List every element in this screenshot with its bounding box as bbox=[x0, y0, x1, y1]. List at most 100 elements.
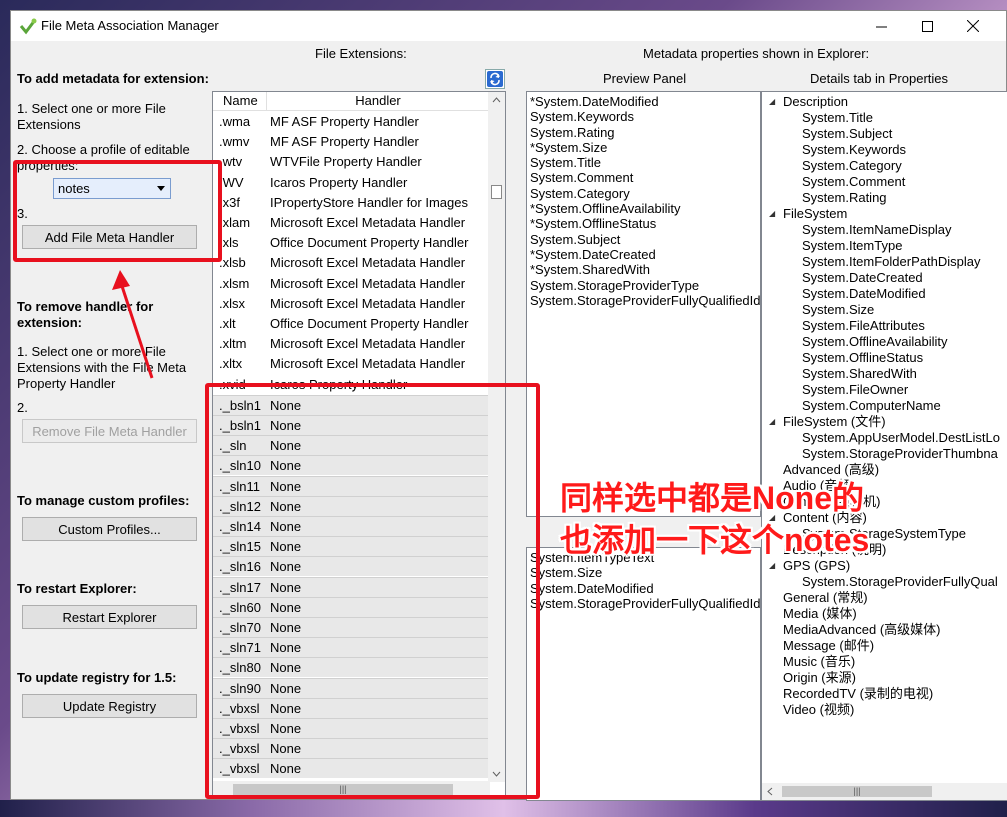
tree-group[interactable]: ◢ Description bbox=[762, 94, 1007, 110]
preview-property-item[interactable]: *System.Size bbox=[527, 140, 760, 155]
table-row[interactable]: .wma MF ASF Property Handler bbox=[213, 112, 490, 132]
tree-leaf[interactable]: System.DateCreated bbox=[762, 270, 1007, 286]
tree-leaf[interactable]: System.ItemFolderPathDisplay bbox=[762, 254, 1007, 270]
custom-profiles-button[interactable]: Custom Profiles... bbox=[22, 517, 197, 541]
tree-leaf[interactable]: System.Subject bbox=[762, 126, 1007, 142]
tree-leaf[interactable]: System.Category bbox=[762, 158, 1007, 174]
tree-leaf[interactable]: System.OfflineStatus bbox=[762, 350, 1007, 366]
table-row[interactable]: .xlsm Microsoft Excel Metadata Handler bbox=[213, 274, 490, 294]
tree-item-label: System.AppUserModel.DestListLo bbox=[802, 430, 1000, 445]
preview-property-item[interactable]: *System.SharedWith bbox=[527, 262, 760, 277]
tree-leaf[interactable]: System.ItemNameDisplay bbox=[762, 222, 1007, 238]
tree-group[interactable]: MediaAdvanced (高级媒体) bbox=[762, 622, 1007, 638]
table-row[interactable]: .xlsx Microsoft Excel Metadata Handler bbox=[213, 294, 490, 314]
tree-leaf[interactable]: System.AppUserModel.DestListLo bbox=[762, 430, 1007, 446]
details-hscroll-thumb[interactable]: ||| bbox=[782, 786, 932, 797]
maximize-button[interactable] bbox=[904, 11, 950, 41]
tree-group[interactable]: ◢ FileSystem (文件) bbox=[762, 414, 1007, 430]
preview-property-item[interactable]: System.Comment bbox=[527, 170, 760, 185]
preview-property-item[interactable]: System.Rating bbox=[527, 125, 760, 140]
tree-item-label: System.StorageProviderThumbna bbox=[802, 446, 998, 461]
infotip-property-item[interactable]: System.StorageProviderFullyQualifiedId bbox=[527, 596, 760, 611]
refresh-button[interactable] bbox=[485, 69, 505, 89]
tree-leaf[interactable]: System.DateModified bbox=[762, 286, 1007, 302]
col-header-handler[interactable]: Handler bbox=[267, 92, 490, 111]
extensions-heading: File Extensions: bbox=[315, 46, 407, 61]
tree-leaf[interactable]: System.FileOwner bbox=[762, 382, 1007, 398]
tree-group[interactable]: Message (邮件) bbox=[762, 638, 1007, 654]
close-button[interactable] bbox=[950, 11, 996, 41]
update-registry-button[interactable]: Update Registry bbox=[22, 694, 197, 718]
tree-group[interactable]: ◢ FileSystem bbox=[762, 206, 1007, 222]
infotip-property-item[interactable]: System.DateModified bbox=[527, 581, 760, 596]
tree-leaf[interactable]: System.StorageProviderFullyQual bbox=[762, 574, 1007, 590]
tree-item-label: RecordedTV (录制的电视) bbox=[783, 686, 934, 701]
preview-property-item[interactable]: System.StorageProviderType bbox=[527, 278, 760, 293]
minimize-button[interactable] bbox=[858, 11, 904, 41]
preview-property-item[interactable]: System.Subject bbox=[527, 232, 760, 247]
metadata-heading: Metadata properties shown in Explorer: bbox=[643, 46, 870, 61]
infotip-list[interactable]: System.ItemTypeText System.Size System.Dat… bbox=[526, 547, 761, 801]
preview-property-item[interactable]: System.StorageProviderFullyQualifiedId bbox=[527, 293, 760, 308]
col-header-name[interactable]: Name bbox=[213, 92, 267, 111]
tree-leaf[interactable]: System.Comment bbox=[762, 174, 1007, 190]
tree-expander-icon[interactable]: ◢ bbox=[769, 206, 775, 222]
scroll-left-icon bbox=[767, 787, 773, 796]
extension-handler: Office Document Property Handler bbox=[270, 235, 469, 251]
details-hscrollbar[interactable]: ||| bbox=[762, 783, 1007, 800]
tree-leaf[interactable]: System.Keywords bbox=[762, 142, 1007, 158]
details-tree[interactable]: ◢ Description System.Title System.Subject Sy… bbox=[761, 91, 1007, 801]
close-icon bbox=[967, 20, 979, 32]
restart-explorer-button[interactable]: Restart Explorer bbox=[22, 605, 197, 629]
tree-group[interactable]: RecordedTV (录制的电视) bbox=[762, 686, 1007, 702]
tree-leaf[interactable]: System.FileAttributes bbox=[762, 318, 1007, 334]
tree-expander-icon[interactable]: ◢ bbox=[769, 94, 775, 110]
tree-group[interactable]: General (常规) bbox=[762, 590, 1007, 606]
table-row[interactable]: .wmv MF ASF Property Handler bbox=[213, 132, 490, 152]
tree-leaf[interactable]: System.Rating bbox=[762, 190, 1007, 206]
tree-leaf[interactable]: System.ComputerName bbox=[762, 398, 1007, 414]
table-row[interactable]: .xlt Office Document Property Handler bbox=[213, 314, 490, 334]
remove-handler-button[interactable]: Remove File Meta Handler bbox=[22, 419, 197, 443]
table-row[interactable]: .xlam Microsoft Excel Metadata Handler bbox=[213, 213, 490, 233]
tree-group[interactable]: Media (媒体) bbox=[762, 606, 1007, 622]
restart-heading: To restart Explorer: bbox=[17, 581, 137, 596]
tree-item-label: System.Comment bbox=[802, 174, 906, 189]
tree-item-label: System.Rating bbox=[802, 190, 887, 205]
tree-leaf[interactable]: System.ItemType bbox=[762, 238, 1007, 254]
tree-leaf[interactable]: System.SharedWith bbox=[762, 366, 1007, 382]
extension-handler: WTVFile Property Handler bbox=[270, 154, 422, 170]
extension-name: .xlsx bbox=[219, 295, 245, 311]
tree-expander-icon[interactable]: ◢ bbox=[769, 414, 775, 430]
table-row[interactable]: .xlsb Microsoft Excel Metadata Handler bbox=[213, 253, 490, 273]
tree-leaf[interactable]: System.StorageProviderThumbna bbox=[762, 446, 1007, 462]
tree-group[interactable]: Music (音乐) bbox=[762, 654, 1007, 670]
tree-item-label: System.ItemNameDisplay bbox=[802, 222, 952, 237]
preview-panel-list[interactable]: *System.DateModified System.Keywords Syste… bbox=[526, 91, 761, 517]
table-row[interactable]: .wtv WTVFile Property Handler bbox=[213, 152, 490, 172]
table-row[interactable]: .xltm Microsoft Excel Metadata Handler bbox=[213, 334, 490, 354]
preview-property-item[interactable]: *System.DateCreated bbox=[527, 247, 760, 262]
table-row[interactable]: .x3f IPropertyStore Handler for Images bbox=[213, 193, 490, 213]
infotip-property-item[interactable]: System.Size bbox=[527, 565, 760, 580]
tree-group[interactable]: Video (视频) bbox=[762, 702, 1007, 718]
preview-property-item[interactable]: *System.OfflineStatus bbox=[527, 216, 760, 231]
tree-leaf[interactable]: System.Title bbox=[762, 110, 1007, 126]
preview-property-item[interactable]: *System.DateModified bbox=[527, 94, 760, 109]
table-row[interactable]: .xltx Microsoft Excel Metadata Handler bbox=[213, 354, 490, 374]
minimize-icon bbox=[875, 26, 887, 27]
extensions-scroll-thumb[interactable] bbox=[491, 185, 502, 199]
add-heading: To add metadata for extension: bbox=[17, 71, 209, 86]
tree-leaf[interactable]: System.OfflineAvailability bbox=[762, 334, 1007, 350]
tree-leaf[interactable]: System.Size bbox=[762, 302, 1007, 318]
table-row[interactable]: .WV Icaros Property Handler bbox=[213, 173, 490, 193]
preview-property-item[interactable]: *System.OfflineAvailability bbox=[527, 201, 760, 216]
details-tree-items: ◢ Description System.Title System.Subject Sy… bbox=[762, 94, 1007, 718]
preview-property-item[interactable]: System.Category bbox=[527, 186, 760, 201]
table-row[interactable]: .xls Office Document Property Handler bbox=[213, 233, 490, 253]
preview-property-item[interactable]: System.Keywords bbox=[527, 109, 760, 124]
preview-property-item[interactable]: System.Title bbox=[527, 155, 760, 170]
preview-items: *System.DateModified System.Keywords Syste… bbox=[527, 94, 760, 308]
tree-group[interactable]: Origin (来源) bbox=[762, 670, 1007, 686]
tree-item-label: System.Keywords bbox=[802, 142, 907, 157]
